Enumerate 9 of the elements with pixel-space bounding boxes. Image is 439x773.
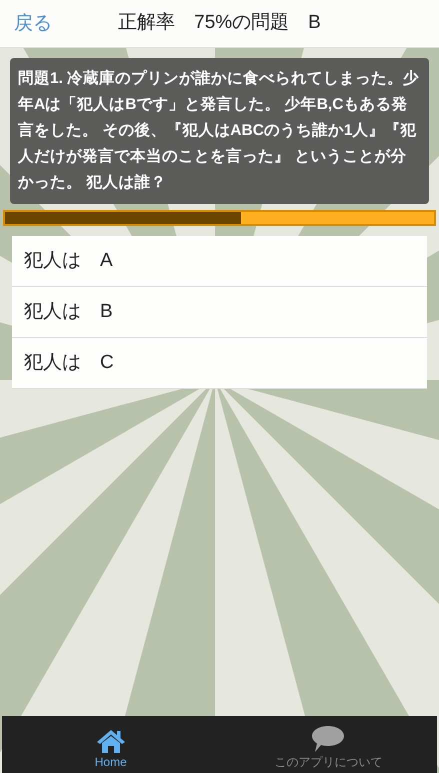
answer-option[interactable]: 犯人は C [12,338,427,389]
page-title: 正解率 75%の問題 B [118,11,321,36]
question-card: 問題1. 冷蔵庫のプリンが誰かに食べられてしまった。少年Aは「犯人はBです」と発言した。 少年B,Cもある発言をした。 その後、『犯人はABCのうち誰か1人』『犯人だけが発言で本当のことを言った』 ということが分かった。 犯人は誰？ [10,58,429,204]
nav-tab[interactable]: Home [2,716,220,773]
answer-option[interactable]: 犯人は A [12,236,427,287]
house-icon [96,729,126,753]
nav-tab[interactable]: このアプリについて [220,716,437,773]
speech-bubble-icon [311,725,346,753]
answer-option[interactable]: 犯人は B [12,287,427,338]
